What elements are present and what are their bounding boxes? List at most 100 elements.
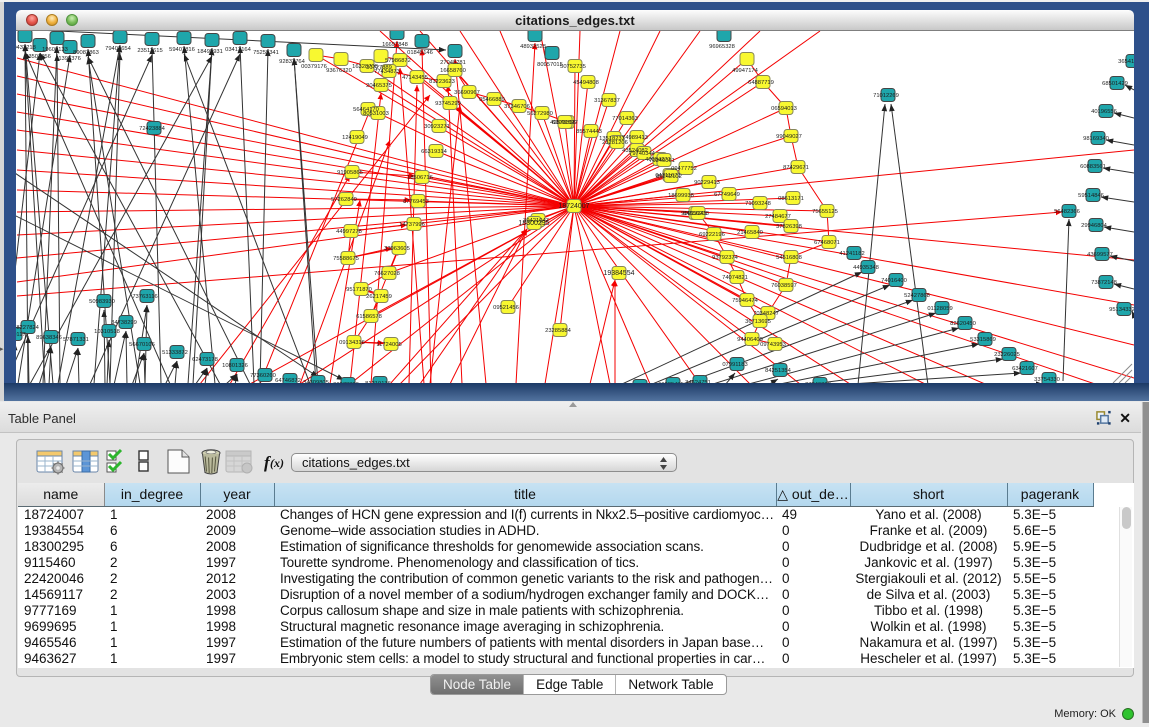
svg-text:21465840: 21465840 (737, 230, 763, 236)
svg-text:48932528: 48932528 (520, 44, 546, 50)
svg-text:74016400: 74016400 (881, 278, 907, 284)
svg-text:75655125: 75655125 (812, 209, 838, 215)
svg-text:77014363: 77014363 (612, 116, 638, 122)
svg-text:71349361: 71349361 (649, 158, 675, 164)
svg-text:59514846: 59514846 (1078, 193, 1104, 199)
svg-text:49947174: 49947174 (732, 68, 759, 74)
svg-text:06594013: 06594013 (771, 106, 797, 112)
svg-text:09743953: 09743953 (760, 342, 786, 348)
svg-text:41241182: 41241182 (839, 251, 864, 257)
svg-text:56272980: 56272980 (527, 111, 553, 117)
svg-text:93676320: 93676320 (326, 68, 352, 74)
svg-text:03413164: 03413164 (225, 47, 252, 53)
svg-text:23226025: 23226025 (994, 352, 1020, 358)
svg-text:36713695: 36713695 (745, 319, 771, 325)
svg-text:20465375: 20465375 (366, 83, 392, 89)
svg-text:60883561: 60883561 (1080, 164, 1106, 170)
svg-text:75946474: 75946474 (732, 298, 759, 304)
svg-text:80531003: 80531003 (363, 111, 389, 117)
svg-text:18506716: 18506716 (407, 175, 433, 181)
svg-text:71093248: 71093248 (745, 201, 771, 207)
svg-text:16697848: 16697848 (382, 42, 408, 48)
svg-text:57871331: 57871331 (63, 337, 89, 343)
svg-text:18495931: 18495931 (197, 49, 223, 55)
svg-text:57262849: 57262849 (331, 197, 357, 203)
svg-text:83503056: 83503056 (25, 54, 51, 60)
svg-text:44935348: 44935348 (853, 265, 879, 271)
svg-text:91905865: 91905865 (337, 170, 363, 176)
svg-text:18724007: 18724007 (558, 203, 589, 210)
svg-text:37346706: 37346706 (504, 104, 530, 110)
svg-text:51333872: 51333872 (162, 350, 188, 356)
svg-text:43039117: 43039117 (16, 332, 26, 338)
svg-text:70348247: 70348247 (753, 311, 779, 317)
svg-text:01845146: 01845146 (407, 50, 433, 56)
svg-text:14737996: 14737996 (399, 222, 425, 228)
svg-text:93792374: 93792374 (712, 255, 739, 261)
svg-text:11724005: 11724005 (376, 342, 401, 348)
svg-text:64887719: 64887719 (748, 80, 774, 86)
svg-text:63421607: 63421607 (1012, 366, 1038, 372)
svg-text:79740344: 79740344 (629, 151, 656, 157)
svg-text:76038597: 76038597 (771, 283, 797, 289)
svg-text:73763116: 73763116 (132, 294, 157, 300)
svg-text:67749649: 67749649 (714, 192, 740, 198)
svg-text:93745299: 93745299 (435, 101, 461, 107)
svg-text:23281206: 23281206 (602, 140, 628, 146)
svg-text:18300295: 18300295 (518, 220, 549, 227)
svg-text:45494808: 45494808 (573, 80, 599, 86)
svg-text:36541458: 36541458 (1118, 59, 1134, 65)
svg-text:79402654: 79402654 (105, 46, 132, 52)
svg-text:27484677: 27484677 (765, 214, 791, 220)
svg-text:26217459: 26217459 (366, 294, 392, 300)
svg-text:77360260: 77360260 (250, 373, 276, 379)
svg-text:09477752: 09477752 (671, 166, 697, 172)
svg-text:36690967: 36690967 (454, 90, 480, 96)
svg-text:10310518: 10310518 (94, 329, 120, 335)
svg-text:84251354: 84251354 (765, 368, 792, 374)
svg-text:72423884: 72423884 (139, 126, 166, 132)
svg-text:71012269: 71012269 (873, 93, 899, 99)
svg-text:76627028: 76627028 (374, 271, 400, 277)
svg-text:83242102: 83242102 (656, 174, 682, 180)
svg-text:08613171: 08613171 (778, 196, 804, 202)
svg-text:98169340: 98169340 (1083, 136, 1109, 142)
svg-text:62473178: 62473178 (192, 357, 218, 363)
svg-text:80957015: 80957015 (537, 62, 563, 68)
svg-text:56670106: 56670106 (129, 342, 155, 348)
svg-text:87769453: 87769453 (403, 199, 429, 205)
svg-text:33963605: 33963605 (384, 246, 410, 252)
svg-text:73872148: 73872148 (1091, 280, 1117, 286)
svg-text:90229413: 90229413 (694, 180, 720, 186)
svg-text:07991183: 07991183 (722, 362, 747, 368)
svg-text:43699577: 43699577 (1087, 252, 1113, 258)
svg-text:99049027: 99049027 (776, 134, 802, 140)
svg-text:49578856: 49578856 (550, 120, 576, 126)
svg-text:29946804: 29946804 (1081, 223, 1108, 229)
svg-text:44997278: 44997278 (336, 229, 362, 235)
svg-text:94406409: 94406409 (737, 337, 763, 343)
svg-text:57986872: 57986872 (385, 58, 411, 64)
svg-text:56482366: 56482366 (1054, 209, 1080, 215)
svg-text:87429671: 87429671 (783, 165, 809, 171)
svg-text:85574443: 85574443 (576, 129, 602, 135)
svg-text:04556238: 04556238 (683, 211, 709, 217)
svg-text:59407816: 59407816 (169, 47, 195, 53)
svg-text:(x): (x) (270, 456, 284, 470)
svg-text:75588675: 75588675 (333, 256, 359, 262)
svg-text:23511615: 23511615 (137, 48, 162, 54)
svg-text:10801326: 10801326 (222, 363, 248, 369)
svg-text:74074821: 74074821 (722, 275, 748, 281)
svg-text:66319314: 66319314 (421, 149, 448, 155)
svg-text:68501429: 68501429 (1102, 81, 1128, 87)
svg-text:75255341: 75255341 (253, 50, 279, 56)
svg-text:19384554: 19384554 (603, 270, 634, 277)
svg-text:82620450: 82620450 (950, 321, 976, 327)
svg-text:00379176: 00379176 (301, 64, 327, 70)
svg-text:50752735: 50752735 (560, 64, 586, 70)
svg-text:16658760: 16658760 (440, 68, 466, 74)
svg-text:05466889: 05466889 (479, 97, 505, 103)
svg-text:34738299: 34738299 (111, 320, 137, 326)
svg-text:30923271: 30923271 (424, 124, 450, 130)
svg-text:89638346: 89638346 (36, 335, 62, 341)
